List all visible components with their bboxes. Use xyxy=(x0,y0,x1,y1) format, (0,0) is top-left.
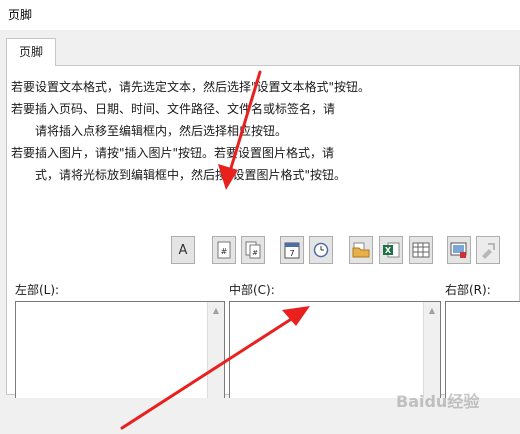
page-number-icon: # xyxy=(217,241,231,259)
insert-date-button[interactable]: 7 xyxy=(280,236,304,264)
insert-file-path-button[interactable] xyxy=(349,236,373,264)
file-path-icon xyxy=(352,242,370,258)
format-picture-icon xyxy=(482,243,495,259)
instruction-line-3: 请将插入点移至编辑框内，然后选择相应按钮。 xyxy=(35,124,288,138)
format-text-button[interactable]: A xyxy=(171,236,195,264)
scroll-up-icon[interactable]: ▲ xyxy=(208,302,224,319)
insert-page-number-button[interactable]: # xyxy=(212,236,236,264)
right-section-label: 右部(R): xyxy=(445,283,491,297)
footer-panel: 若要设置文本格式，请先选定文本，然后选择"设置文本格式"按钮。 若要插入页码、日… xyxy=(6,65,520,414)
picture-icon xyxy=(450,242,467,258)
format-picture-button[interactable] xyxy=(476,236,500,264)
file-name-icon: X xyxy=(383,242,400,258)
number-of-pages-icon: # xyxy=(245,241,261,259)
left-editbox-scrollbar[interactable]: ▲ ▼ xyxy=(207,302,224,413)
insert-file-name-button[interactable]: X xyxy=(379,236,403,264)
time-icon xyxy=(313,242,329,258)
window-title: 页脚 xyxy=(8,8,33,22)
svg-text:7: 7 xyxy=(289,249,294,258)
footer-dialog: 页脚 若要设置文本格式，请先选定文本，然后选择"设置文本格式"按钮。 若要插入页… xyxy=(0,30,520,434)
scroll-up-icon[interactable]: ▲ xyxy=(424,302,440,319)
sheet-name-icon xyxy=(412,242,430,258)
instruction-line-1: 若要设置文本格式，请先选定文本，然后选择"设置文本格式"按钮。 xyxy=(11,80,371,94)
format-text-icon: A xyxy=(178,242,188,258)
instruction-line-4: 若要插入图片，请按"插入图片"按钮。若要设置图片格式，请 xyxy=(11,146,335,160)
instruction-line-2: 若要插入页码、日期、时间、文件路径、文件名或标签名，请 xyxy=(11,102,336,116)
left-section-label: 左部(L): xyxy=(15,283,60,297)
svg-text:X: X xyxy=(385,246,392,255)
center-section-label: 中部(C): xyxy=(229,283,275,297)
instruction-line-5: 式，请将光标放到编辑框中，然后按"设置图片格式"按钮。 xyxy=(35,168,347,182)
date-icon: 7 xyxy=(284,242,300,259)
insert-number-of-pages-button[interactable]: # xyxy=(241,236,265,264)
watermark: Baidu经验 xyxy=(396,392,480,411)
svg-text:#: # xyxy=(221,247,228,256)
insert-time-button[interactable] xyxy=(309,236,333,264)
insert-picture-button[interactable] xyxy=(447,236,471,264)
tab-footer[interactable]: 页脚 xyxy=(6,38,56,66)
title-bar: 页脚 xyxy=(0,0,520,30)
insert-sheet-name-button[interactable] xyxy=(409,236,433,264)
svg-text:#: # xyxy=(252,249,258,257)
